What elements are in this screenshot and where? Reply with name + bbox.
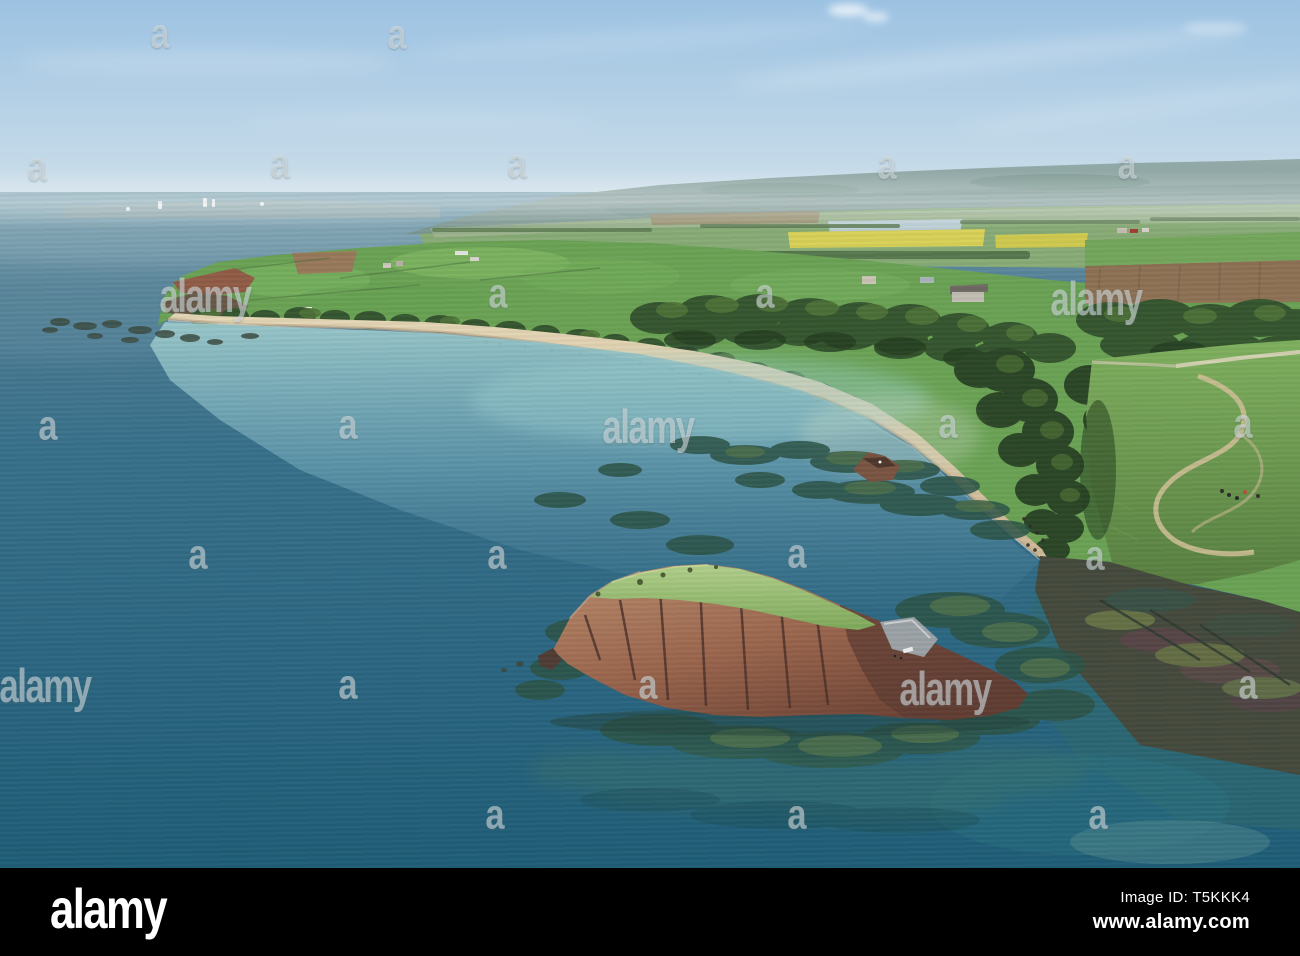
alamy-footer-bar: alamy Image ID: T5KKK4 www.alamy.com (0, 868, 1300, 956)
alamy-logo: alamy (50, 877, 168, 940)
alamy-website-url: www.alamy.com (1092, 911, 1250, 934)
stock-photo (0, 0, 1300, 868)
image-id-label: Image ID: T5KKK4 (1120, 888, 1250, 906)
clifftop-plateau (1080, 340, 1300, 585)
alamy-stock-photo-preview: a a a a a a a a a a a a a a a a a a a a a a a alamy alamy alamy al… (0, 0, 1300, 956)
horizon-haze (0, 170, 1300, 228)
footer-info: Image ID: T5KKK4 www.alamy.com (1093, 889, 1250, 936)
